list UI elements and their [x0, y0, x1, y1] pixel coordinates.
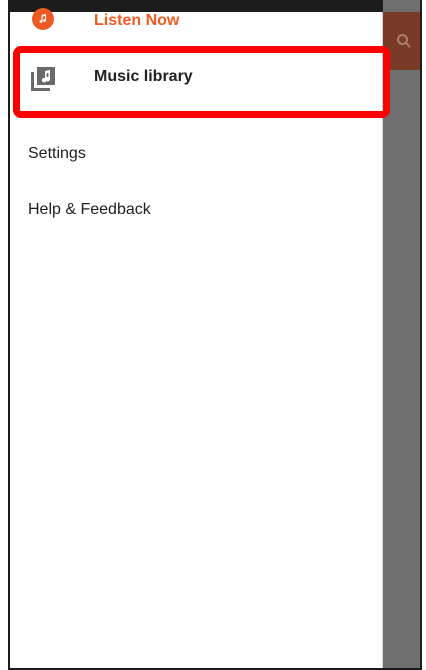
listen-now-label: Listen Now — [94, 12, 180, 29]
background-scrim[interactable] — [383, 0, 420, 668]
drawer-item-settings[interactable]: Settings — [10, 140, 383, 168]
drawer-item-help-feedback[interactable]: Help & Feedback — [10, 196, 383, 224]
phone-frame: Listen Now Music library Settings Help &… — [8, 0, 422, 670]
drawer-item-listen-now[interactable]: Listen Now — [10, 4, 383, 36]
music-note-icon — [32, 8, 54, 30]
library-music-icon — [31, 67, 55, 91]
search-icon — [397, 34, 411, 48]
navigation-drawer: Listen Now Music library Settings Help &… — [10, 0, 383, 668]
help-feedback-label: Help & Feedback — [28, 201, 151, 218]
drawer-item-music-library[interactable]: Music library — [10, 52, 383, 116]
music-library-label: Music library — [94, 68, 193, 85]
settings-label: Settings — [28, 145, 86, 162]
